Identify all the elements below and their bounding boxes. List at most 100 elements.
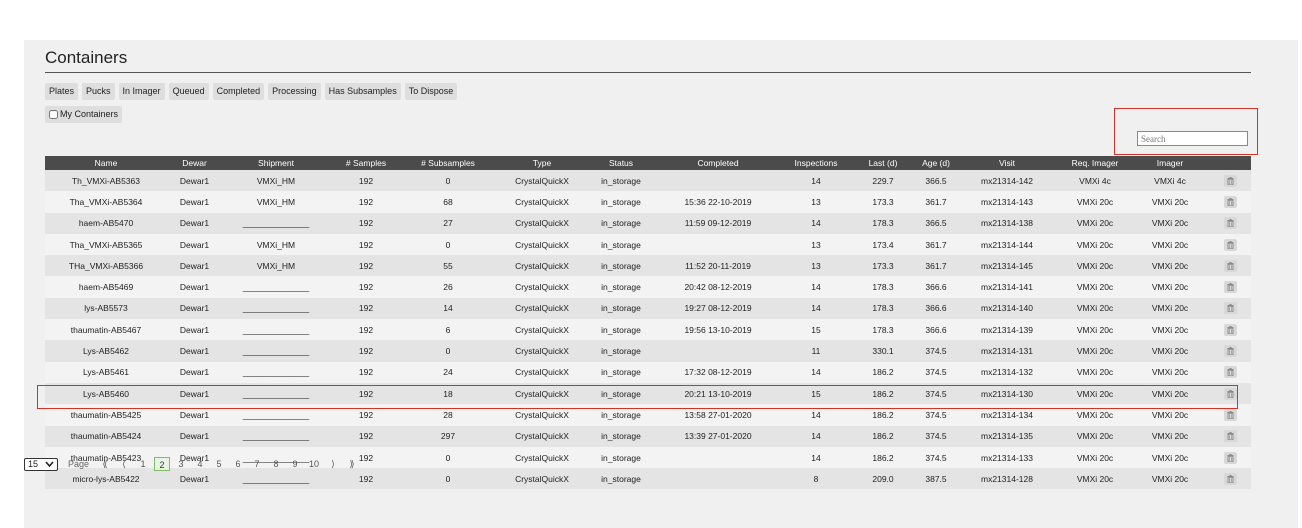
table-cell: CrystalQuickX (494, 340, 590, 362)
filter-has-subsamples-button[interactable]: Has Subsamples (324, 83, 401, 100)
trash-icon[interactable] (1224, 408, 1237, 421)
table-cell: thaumatin-AB5424 (45, 425, 167, 447)
column-header[interactable]: Name (45, 156, 167, 170)
table-row[interactable]: Tha_VMXi-AB5364 Dewar1 VMXi_HM 192 68 Crystal… (45, 191, 1251, 213)
column-header[interactable]: Imager (1130, 156, 1210, 170)
table-cell (652, 468, 784, 490)
table-cell: VMXi 20c (1060, 404, 1130, 426)
prev-page-button[interactable]: ⟨ (116, 457, 132, 471)
page-9-button[interactable]: 9 (287, 457, 303, 471)
trash-icon[interactable] (1224, 366, 1237, 379)
filter-pucks-button[interactable]: Pucks (82, 83, 115, 100)
column-header[interactable]: Age (d) (918, 156, 954, 170)
table-row[interactable]: haem-AB5469 Dewar1 ______________ 192 26 Crys… (45, 276, 1251, 298)
column-header[interactable]: Inspections (784, 156, 848, 170)
trash-icon[interactable] (1224, 217, 1237, 230)
table-cell: 178.3 (848, 297, 918, 320)
next-page-button[interactable]: ⟩ (325, 457, 341, 471)
table-row[interactable]: THa_VMXi-AB5366 Dewar1 VMXi_HM 192 55 Crystal… (45, 255, 1251, 277)
trash-icon[interactable] (1224, 302, 1237, 315)
page-6-button[interactable]: 6 (230, 457, 246, 471)
table-row[interactable]: micro-lys-AB5422 Dewar1 ______________ 192 0… (45, 468, 1251, 490)
table-row[interactable]: thaumatin-AB5424 Dewar1 ______________ 192 2… (45, 425, 1251, 447)
page-numbers: 1 2 3 4 5 6 7 8 9 10 (135, 457, 325, 471)
table-cell: 374.5 (918, 446, 954, 469)
table-cell: micro-lys-AB5422 (45, 468, 167, 490)
column-header[interactable]: Status (590, 156, 652, 170)
table-row[interactable]: Th_VMXi-AB5363 Dewar1 VMXi_HM 192 0 CrystalQu… (45, 170, 1251, 192)
trash-icon[interactable] (1224, 259, 1237, 272)
table-cell: 192 (330, 276, 402, 298)
table-row[interactable]: Lys-AB5460 Dewar1 ______________ 192 18 Cryst… (45, 382, 1251, 405)
trash-icon[interactable] (1224, 451, 1237, 464)
table-cell: 173.3 (848, 191, 918, 213)
table-cell: in_storage (590, 361, 652, 383)
trash-icon[interactable] (1224, 345, 1237, 358)
table-row[interactable]: thaumatin-AB5467 Dewar1 ______________ 192 6… (45, 319, 1251, 341)
table-cell: 14 (402, 297, 494, 320)
table-cell: in_storage (590, 340, 652, 362)
table-cell: Dewar1 (167, 361, 222, 383)
column-header[interactable]: # Samples (330, 156, 402, 170)
page-4-button[interactable]: 4 (192, 457, 208, 471)
filter-in-imager-button[interactable]: In Imager (118, 83, 165, 100)
table-cell: Th_VMXi-AB5363 (45, 170, 167, 192)
table-row[interactable]: Lys-AB5461 Dewar1 ______________ 192 24 Cryst… (45, 361, 1251, 383)
column-header[interactable]: Last (d) (848, 156, 918, 170)
table-cell: VMXi 20c (1060, 468, 1130, 490)
trash-icon[interactable] (1224, 281, 1237, 294)
table-row[interactable]: lys-AB5573 Dewar1 ______________ 192 14 Cryst… (45, 297, 1251, 320)
table-row[interactable]: Lys-AB5462 Dewar1 ______________ 192 0 Crysta… (45, 340, 1251, 362)
table-cell: 17:32 08-12-2019 (652, 361, 784, 383)
page-10-button[interactable]: 10 (306, 457, 322, 471)
last-page-button[interactable]: ⟫ (344, 457, 360, 471)
filter-queued-button[interactable]: Queued (168, 83, 209, 100)
filter-processing-button[interactable]: Processing (268, 83, 321, 100)
table-cell: 14 (784, 212, 848, 234)
trash-icon[interactable] (1224, 430, 1237, 443)
column-header[interactable]: Req. Imager (1060, 156, 1130, 170)
column-header[interactable]: Completed (652, 156, 784, 170)
page-2-button[interactable]: 2 (154, 457, 171, 471)
first-page-button[interactable]: ⟪ (97, 457, 113, 471)
table-row[interactable]: Tha_VMXi-AB5365 Dewar1 VMXi_HM 192 0 CrystalQ… (45, 233, 1251, 256)
page-3-button[interactable]: 3 (173, 457, 189, 471)
column-header[interactable]: Shipment (222, 156, 330, 170)
trash-icon[interactable] (1224, 387, 1237, 400)
table-cell: 14 (784, 404, 848, 426)
table-cell: VMXi_HM (222, 191, 330, 213)
page-size-select[interactable]: 15 (24, 457, 58, 471)
page-1-button[interactable]: 1 (135, 457, 151, 471)
filter-to-dispose-button[interactable]: To Dispose (404, 83, 458, 100)
table-cell: 192 (330, 425, 402, 447)
table-cell: CrystalQuickX (494, 233, 590, 256)
column-header[interactable]: # Subsamples (402, 156, 494, 170)
page-8-button[interactable]: 8 (268, 457, 284, 471)
trash-icon[interactable] (1224, 238, 1237, 251)
page-7-button[interactable]: 7 (249, 457, 265, 471)
column-header[interactable] (1210, 156, 1251, 170)
row-actions (1210, 276, 1251, 298)
table-cell: 192 (330, 191, 402, 213)
filter-completed-button[interactable]: Completed (212, 83, 265, 100)
trash-icon[interactable] (1224, 174, 1237, 187)
search-input[interactable] (1137, 131, 1248, 146)
table-cell: 55 (402, 255, 494, 277)
table-cell: CrystalQuickX (494, 468, 590, 490)
row-actions (1210, 361, 1251, 383)
trash-icon[interactable] (1224, 323, 1237, 336)
table-cell: VMXi 20c (1130, 446, 1210, 469)
table-row[interactable]: haem-AB5470 Dewar1 ______________ 192 27 Crys… (45, 212, 1251, 234)
table-cell: 28 (402, 404, 494, 426)
table-cell: CrystalQuickX (494, 361, 590, 383)
table-row[interactable]: thaumatin-AB5425 Dewar1 ______________ 192 2… (45, 404, 1251, 426)
column-header[interactable]: Dewar (167, 156, 222, 170)
column-header[interactable]: Type (494, 156, 590, 170)
page-5-button[interactable]: 5 (211, 457, 227, 471)
filter-plates-button[interactable]: Plates (45, 83, 79, 100)
trash-icon[interactable] (1224, 195, 1237, 208)
my-containers-checkbox[interactable] (49, 110, 58, 119)
column-header[interactable]: Visit (954, 156, 1060, 170)
trash-icon[interactable] (1224, 472, 1237, 485)
my-containers-toggle[interactable]: My Containers (45, 106, 123, 123)
